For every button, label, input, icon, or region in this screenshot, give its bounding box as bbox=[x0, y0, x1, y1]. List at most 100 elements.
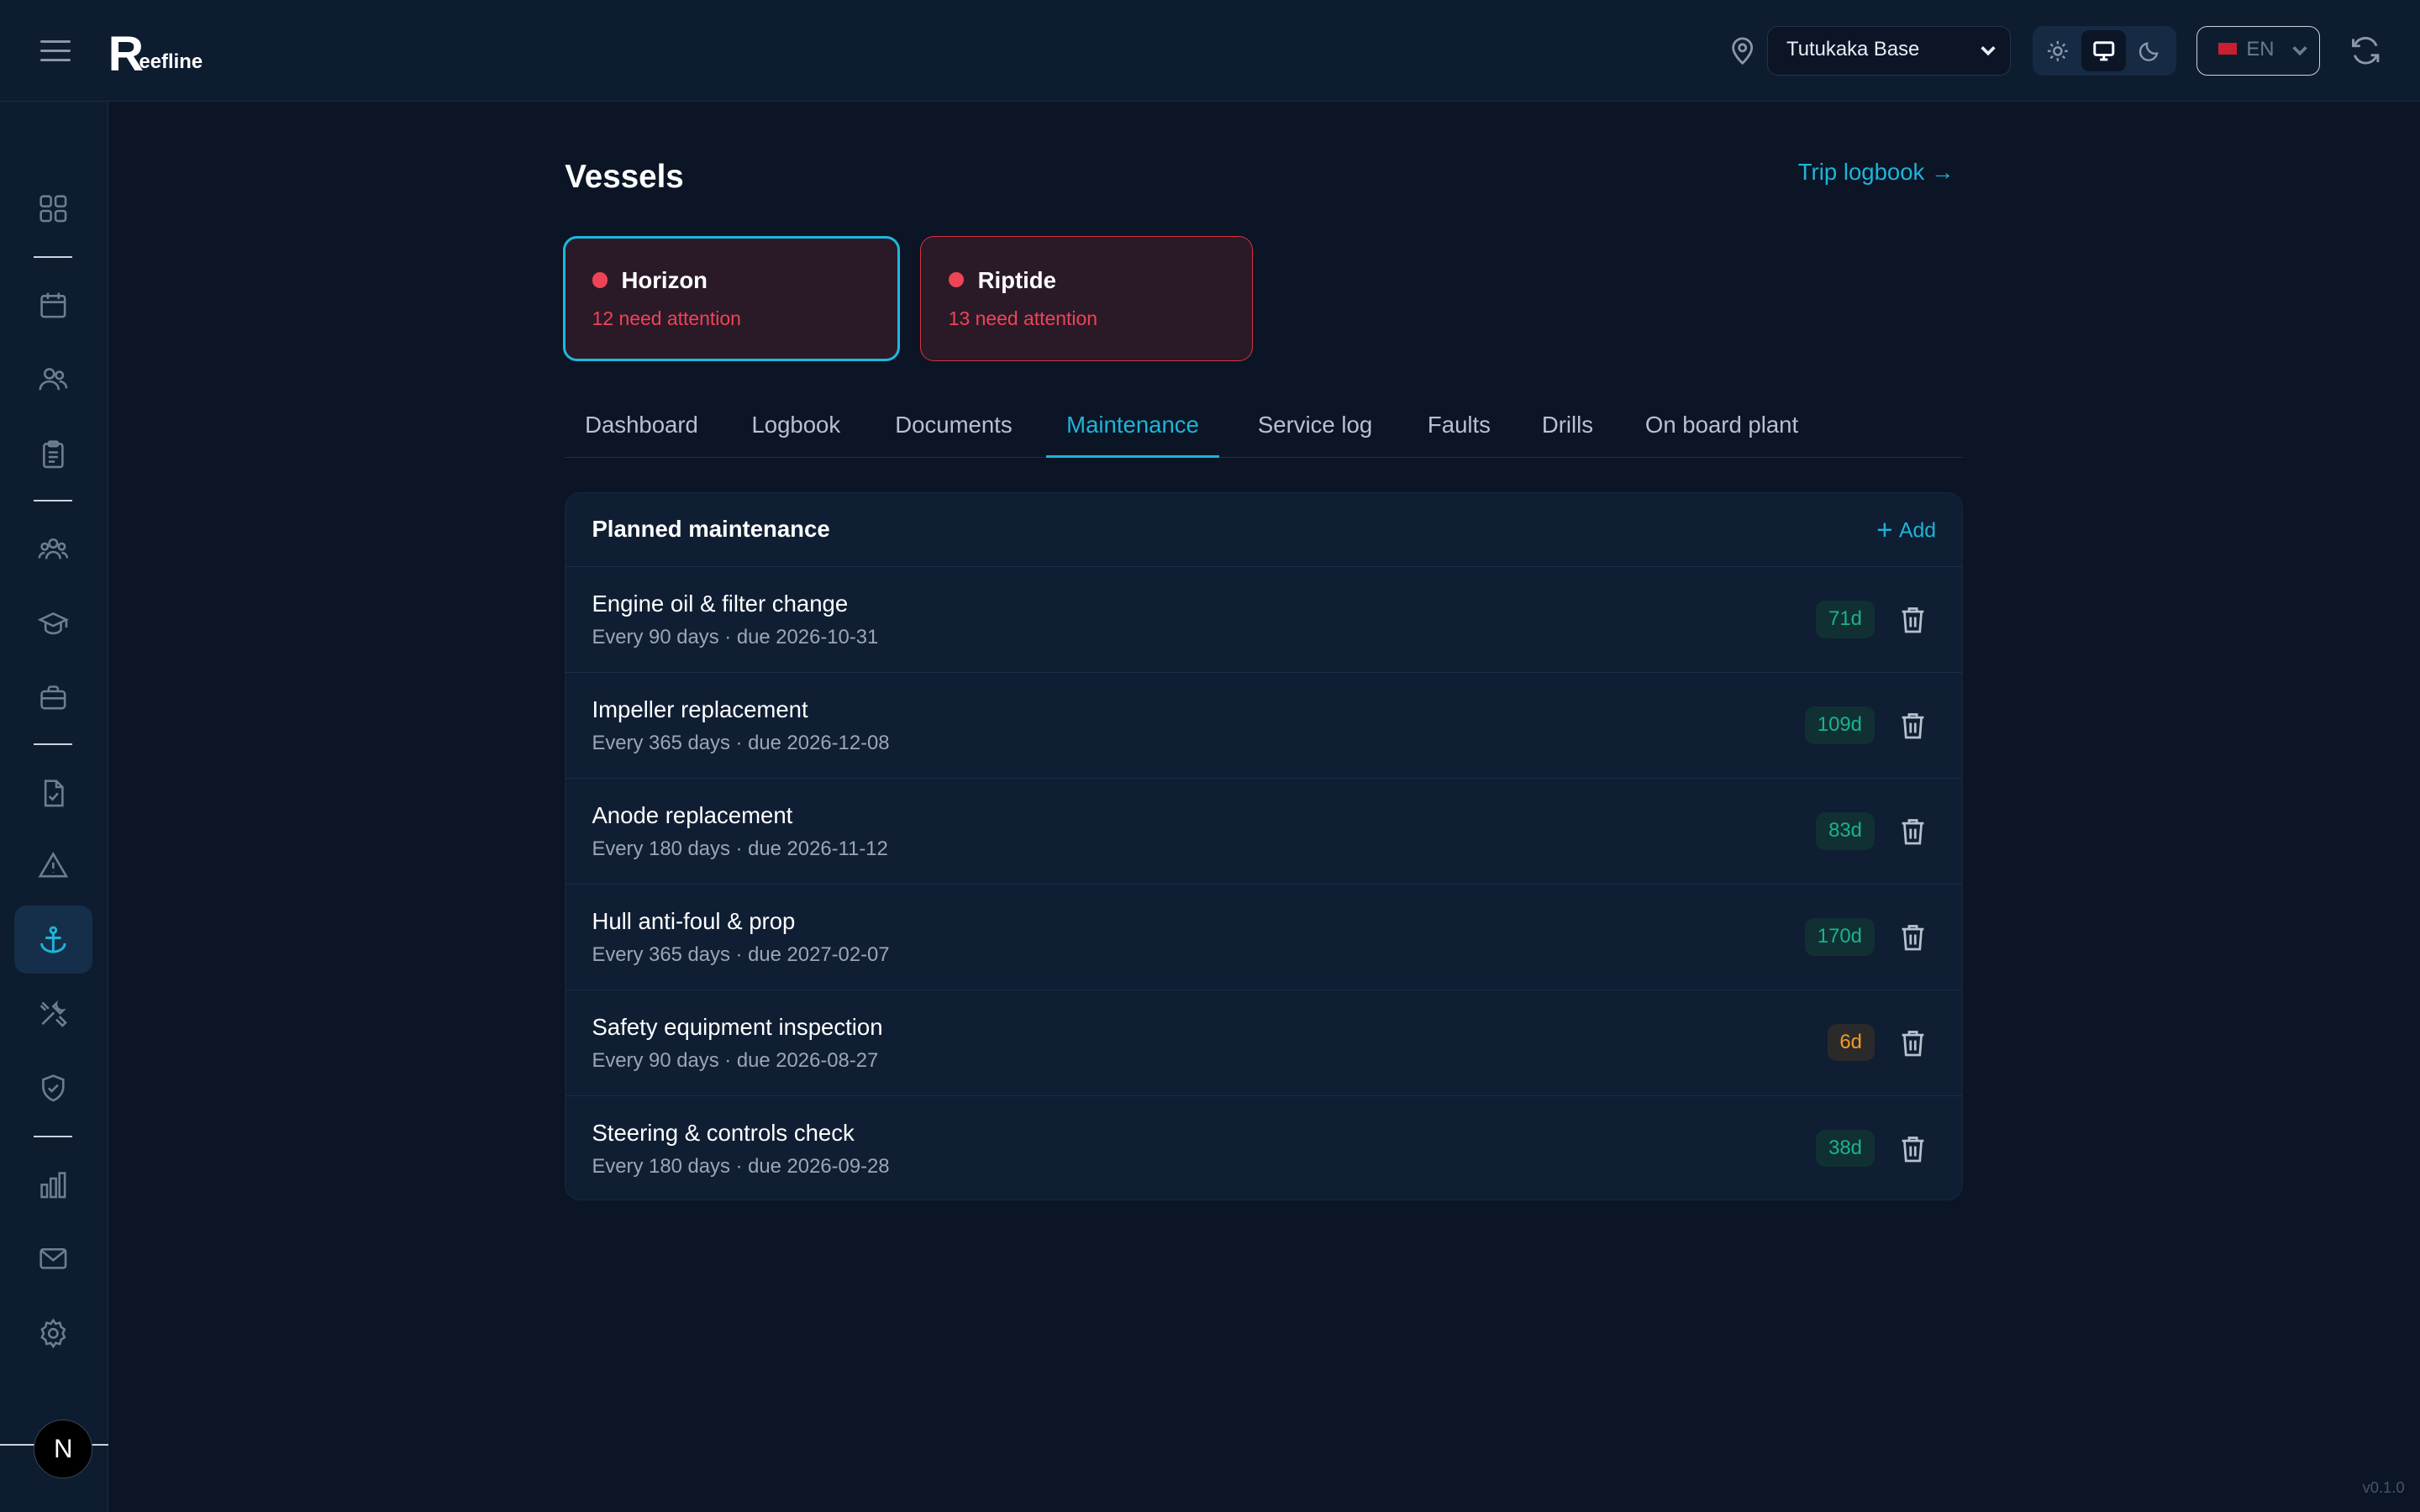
tab-on-board-plant[interactable]: On board plant bbox=[1625, 398, 1818, 459]
gear-icon bbox=[40, 1318, 66, 1348]
tools-icon bbox=[39, 1000, 67, 1028]
avatar-initial: N bbox=[54, 1433, 73, 1463]
sun-icon bbox=[2047, 40, 2068, 61]
maintenance-title: Safety equipment inspection bbox=[592, 1013, 883, 1040]
shield-check-icon bbox=[42, 1074, 65, 1101]
nav-item-calendar[interactable] bbox=[14, 271, 93, 339]
language-value: EN bbox=[2246, 38, 2275, 61]
top-bar: R eefline Tutukaka Base EN bbox=[0, 0, 2420, 102]
tab-maintenance[interactable]: Maintenance bbox=[1046, 398, 1219, 459]
days-remaining-badge: 170d bbox=[1805, 918, 1875, 956]
maintenance-row[interactable]: Hull anti-foul & prop Every 365 days · d… bbox=[566, 885, 1963, 990]
bar-chart-icon bbox=[40, 1172, 66, 1199]
tab-dashboard[interactable]: Dashboard bbox=[565, 398, 718, 459]
nav-item-jobs[interactable] bbox=[14, 664, 93, 732]
theme-dark-button[interactable] bbox=[2128, 30, 2172, 72]
user-avatar[interactable]: N bbox=[34, 1419, 93, 1478]
maintenance-title: Steering & controls check bbox=[592, 1119, 855, 1146]
planned-maintenance-panel: Planned maintenance + Add Engine oil & fi… bbox=[565, 491, 1964, 1200]
language-select[interactable]: EN bbox=[2196, 26, 2320, 76]
maintenance-title: Anode replacement bbox=[592, 801, 793, 828]
logo-initial: R bbox=[108, 26, 144, 81]
maintenance-title: Hull anti-foul & prop bbox=[592, 907, 796, 934]
maintenance-row[interactable]: Anode replacement Every 180 days · due 2… bbox=[566, 779, 1963, 885]
location-pin-icon bbox=[1732, 37, 1754, 66]
add-maintenance-button[interactable]: + Add bbox=[1876, 515, 1937, 548]
maintenance-schedule: Every 90 days · due 2026-10-31 bbox=[592, 625, 879, 648]
trash-icon[interactable] bbox=[1899, 1133, 1927, 1164]
briefcase-icon bbox=[40, 685, 66, 710]
tab-service-log[interactable]: Service log bbox=[1238, 398, 1392, 459]
nav-item-messages[interactable] bbox=[14, 1225, 93, 1293]
maintenance-row[interactable]: Impeller replacement Every 365 days · du… bbox=[566, 673, 1963, 780]
nav-item-checklists[interactable] bbox=[14, 420, 93, 488]
maintenance-row[interactable]: Engine oil & filter change Every 90 days… bbox=[566, 567, 1963, 674]
days-remaining-badge: 109d bbox=[1805, 706, 1875, 744]
days-remaining-badge: 71d bbox=[1816, 601, 1875, 638]
anchor-icon bbox=[40, 926, 66, 953]
maintenance-row[interactable]: Steering & controls check Every 180 days… bbox=[566, 1096, 1962, 1200]
nav-item-settings[interactable] bbox=[14, 1299, 93, 1367]
nav-item-teams[interactable] bbox=[14, 515, 93, 583]
team-icon bbox=[38, 538, 69, 559]
nav-item-reports[interactable] bbox=[14, 1151, 93, 1219]
add-label: Add bbox=[1898, 520, 1937, 543]
nav-item-vessels[interactable] bbox=[13, 906, 93, 974]
trash-icon[interactable] bbox=[1899, 921, 1927, 953]
maintenance-title: Impeller replacement bbox=[592, 696, 808, 722]
tab-logbook[interactable]: Logbook bbox=[732, 398, 860, 459]
nav-item-compliance[interactable] bbox=[14, 1053, 93, 1121]
nav-item-documents[interactable] bbox=[14, 759, 93, 827]
sidebar bbox=[0, 102, 108, 1512]
refresh-icon[interactable] bbox=[2349, 34, 2382, 67]
sidebar-divider bbox=[34, 743, 73, 746]
mail-icon bbox=[39, 1248, 67, 1270]
sidebar-divider bbox=[34, 1135, 73, 1137]
trash-icon[interactable] bbox=[1899, 816, 1927, 847]
panel-title: Planned maintenance bbox=[592, 516, 830, 543]
clipboard-icon bbox=[43, 440, 64, 468]
vessel-attention: 13 need attention bbox=[948, 307, 1098, 329]
maintenance-schedule: Every 180 days · due 2026-11-12 bbox=[592, 837, 888, 860]
trash-icon[interactable] bbox=[1899, 604, 1927, 635]
nav-item-incidents[interactable] bbox=[14, 832, 93, 900]
base-select-value: Tutukaka Base bbox=[1786, 38, 1920, 61]
users-icon bbox=[39, 368, 68, 391]
maintenance-title: Engine oil & filter change bbox=[592, 590, 849, 617]
base-select[interactable]: Tutukaka Base bbox=[1767, 26, 2012, 76]
vessel-card-riptide[interactable]: Riptide 13 need attention bbox=[919, 236, 1254, 361]
status-dot bbox=[948, 272, 965, 288]
nav-item-dashboard[interactable] bbox=[14, 175, 93, 243]
trip-logbook-link[interactable]: Trip logbook → bbox=[1798, 159, 1954, 186]
logo[interactable]: R eefline bbox=[108, 24, 203, 81]
trash-icon[interactable] bbox=[1899, 710, 1927, 741]
trash-icon[interactable] bbox=[1899, 1027, 1927, 1058]
panel-header: Planned maintenance + Add bbox=[566, 493, 1963, 568]
chevron-down-icon bbox=[1981, 45, 1996, 56]
maintenance-schedule: Every 90 days · due 2026-08-27 bbox=[592, 1048, 879, 1072]
sidebar-divider bbox=[34, 255, 73, 258]
days-remaining-badge: 6d bbox=[1827, 1024, 1875, 1062]
nav-item-people[interactable] bbox=[14, 345, 93, 413]
nav-item-training[interactable] bbox=[14, 590, 93, 658]
maintenance-schedule: Every 365 days · due 2027-02-07 bbox=[592, 942, 890, 966]
app-version: v0.1.0 bbox=[2362, 1478, 2405, 1496]
tab-documents[interactable]: Documents bbox=[875, 398, 1032, 459]
status-dot bbox=[592, 272, 608, 288]
theme-system-button[interactable] bbox=[2081, 29, 2126, 72]
vessel-tabs: Dashboard Logbook Documents Maintenance … bbox=[565, 398, 1964, 459]
document-check-icon bbox=[44, 780, 64, 807]
days-remaining-badge: 38d bbox=[1816, 1130, 1875, 1168]
vessel-name: Horizon bbox=[621, 267, 708, 294]
flag-icon bbox=[2218, 42, 2238, 55]
theme-light-button[interactable] bbox=[2036, 30, 2081, 72]
maintenance-row[interactable]: Safety equipment inspection Every 90 day… bbox=[566, 990, 1963, 1096]
nav-item-tools[interactable] bbox=[14, 979, 93, 1047]
vessel-card-horizon[interactable]: Horizon 12 need attention bbox=[563, 236, 900, 361]
moon-icon bbox=[2139, 41, 2159, 61]
theme-switcher bbox=[2032, 26, 2176, 76]
tab-drills[interactable]: Drills bbox=[1522, 398, 1613, 459]
tab-faults[interactable]: Faults bbox=[1407, 398, 1511, 459]
page-title: Vessels bbox=[565, 159, 684, 196]
menu-icon[interactable] bbox=[37, 34, 74, 67]
